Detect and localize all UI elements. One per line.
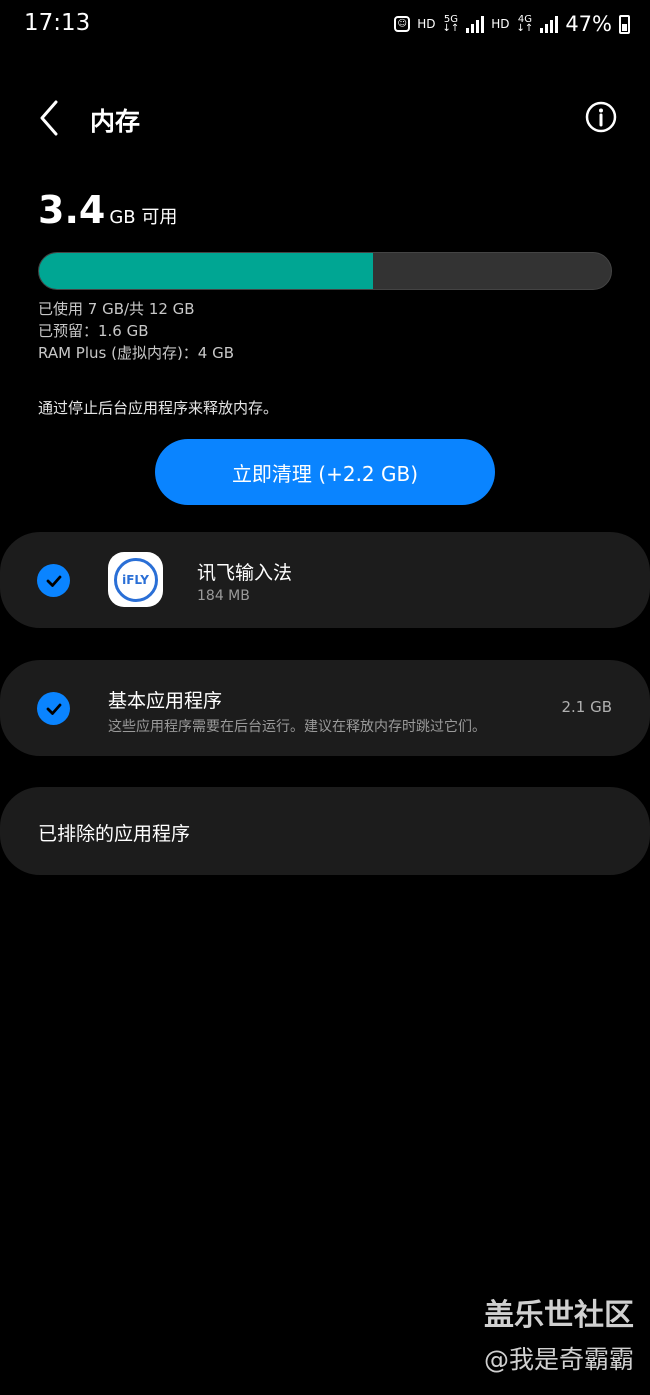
- available-value: 3.4: [38, 188, 106, 232]
- info-button[interactable]: [584, 100, 618, 134]
- app-header: 内存: [0, 86, 650, 150]
- check-icon: [46, 703, 61, 715]
- ram-plus-text: RAM Plus (虚拟内存)：4 GB: [38, 344, 235, 362]
- app-size: 184 MB: [197, 588, 250, 604]
- status-time: 17:13: [24, 10, 91, 36]
- memory-usage-fill: [39, 253, 373, 289]
- hd-label: HD: [417, 17, 436, 31]
- available-unit: GB 可用: [109, 207, 178, 228]
- signal-icon-2: [540, 15, 559, 33]
- system-apps-item[interactable]: 基本应用程序 这些应用程序需要在后台运行。建议在释放内存时跳过它们。 2.1 G…: [0, 660, 650, 756]
- reserved-memory-text: 已预留：1.6 GB: [38, 322, 149, 340]
- signal-icon: [466, 15, 485, 33]
- memory-details: 已使用 7 GB/共 12 GB 已预留：1.6 GB RAM Plus (虚拟…: [38, 298, 234, 364]
- memory-usage-bar: [38, 252, 612, 290]
- status-bar: 17:13 ☺ HD 5G ↓↑ HD 4G ↓↑ 47%: [0, 0, 650, 50]
- info-icon: [585, 101, 617, 133]
- app-list-item[interactable]: iFLY 讯飞输入法 184 MB: [0, 532, 650, 628]
- available-memory: 3.4 GB 可用: [38, 188, 177, 232]
- watermark-author: @我是奇霸霸: [483, 1345, 634, 1374]
- app-name: 讯飞输入法: [197, 562, 293, 584]
- app-checkbox[interactable]: [37, 564, 70, 597]
- status-icons: ☺ HD 5G ↓↑ HD 4G ↓↑ 47%: [394, 12, 630, 36]
- used-memory-text: 已使用 7 GB/共 12 GB: [38, 300, 195, 318]
- hd-label-2: HD: [491, 17, 510, 31]
- back-button[interactable]: [28, 96, 72, 140]
- network-4g-indicator: 4G ↓↑: [516, 14, 534, 34]
- network-5g-indicator: 5G ↓↑: [442, 14, 460, 34]
- check-icon: [46, 575, 61, 587]
- clean-now-button[interactable]: 立即清理 (+2.2 GB): [155, 439, 495, 505]
- free-memory-hint: 通过停止后台应用程序来释放内存。: [38, 399, 279, 417]
- battery-icon: [619, 14, 630, 34]
- system-apps-checkbox[interactable]: [37, 692, 70, 725]
- system-apps-size: 2.1 GB: [561, 698, 612, 716]
- ifly-logo: iFLY: [113, 557, 158, 602]
- battery-percent: 47%: [565, 12, 612, 36]
- watermark-community: 盖乐世社区: [484, 1298, 634, 1333]
- chevron-left-icon: [40, 100, 58, 136]
- notification-app-icon: ☺: [394, 16, 411, 32]
- system-apps-name: 基本应用程序: [108, 690, 223, 712]
- excluded-apps-label: 已排除的应用程序: [38, 823, 191, 845]
- page-title: 内存: [90, 107, 141, 136]
- system-apps-description: 这些应用程序需要在后台运行。建议在释放内存时跳过它们。: [108, 719, 486, 735]
- excluded-apps-item[interactable]: 已排除的应用程序: [0, 787, 650, 875]
- ifly-app-icon: iFLY: [108, 552, 163, 607]
